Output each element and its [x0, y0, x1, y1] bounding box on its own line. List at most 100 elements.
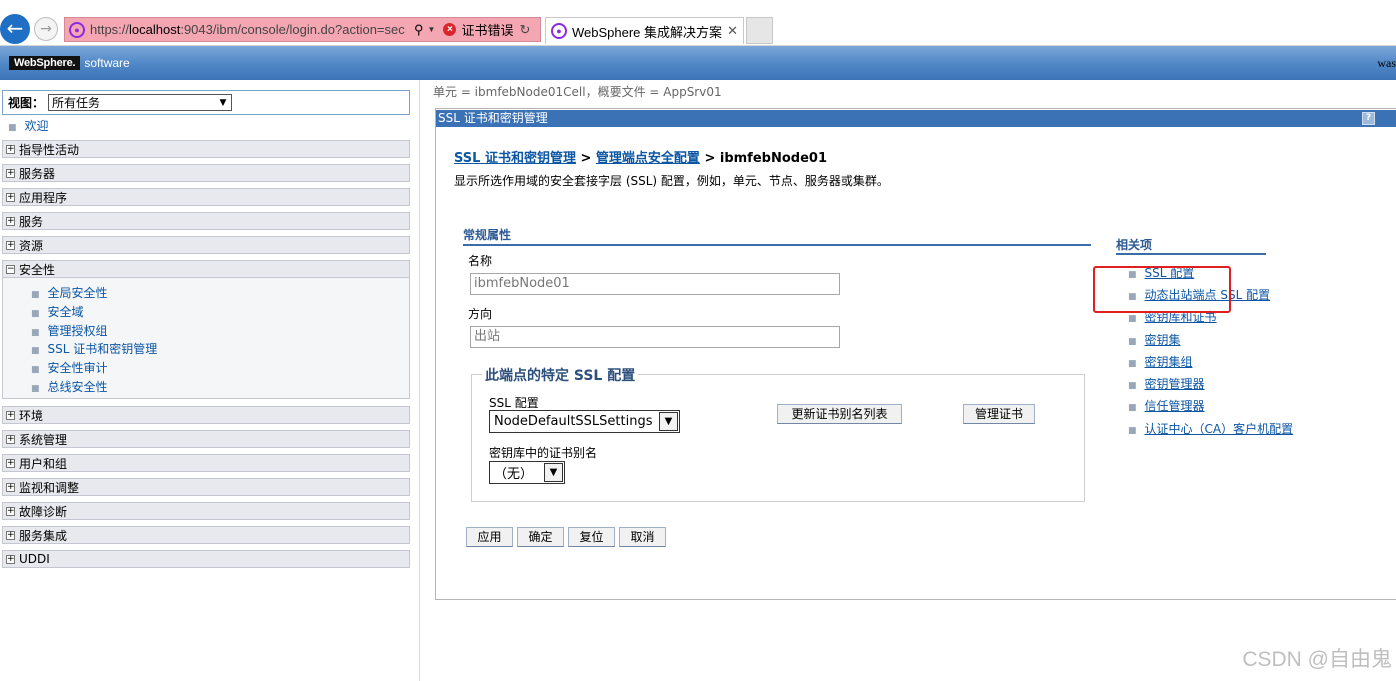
ssl-config-select[interactable]: NodeDefaultSSLSettings ▼ [489, 410, 680, 433]
panel-title-text: SSL 证书和密钥管理 [438, 111, 548, 125]
name-field[interactable]: ibmfebNode01 [470, 273, 840, 295]
help-icon[interactable]: ? [1362, 112, 1375, 125]
nav-group-system-admin[interactable]: + 系统管理 [2, 430, 410, 448]
related-link-label: 信任管理器 [1144, 399, 1205, 413]
collapse-icon: − [6, 263, 15, 274]
websphere-logo: WebSphere. software [9, 54, 130, 71]
chevron-down-icon: ▼ [544, 463, 563, 482]
name-label: 名称 [468, 254, 493, 268]
cert-error-label[interactable]: 证书错误 [461, 20, 513, 39]
tab-close-icon[interactable]: ✕ [727, 23, 738, 39]
nav-group-service-integration[interactable]: + 服务集成 [2, 526, 410, 544]
bullet-icon: ■ [31, 365, 40, 375]
breadcrumb: SSL 证书和密钥管理 > 管理端点安全配置 > ibmfebNode01 [454, 147, 827, 166]
related-link-trust-managers[interactable]: ■ 信任管理器 [1128, 397, 1205, 414]
browser-toolbar: ← → ● https://localhost:9043/ibm/console… [0, 0, 1396, 46]
cert-error-icon[interactable]: × [443, 23, 457, 36]
nav-item-label: SSL 证书和密钥管理 [47, 342, 158, 356]
welcome-link[interactable]: ■ 欢迎 [8, 117, 49, 134]
related-link-label: 密钥管理器 [1144, 377, 1205, 391]
breadcrumb-link-ssl[interactable]: SSL 证书和密钥管理 [454, 151, 576, 166]
nav-item-label: 全局安全性 [47, 286, 108, 300]
nav-item-security-auditing[interactable]: ■ 安全性审计 [31, 359, 108, 376]
nav-item-admin-auth-groups[interactable]: ■ 管理授权组 [31, 322, 108, 339]
related-link-key-sets[interactable]: ■ 密钥集 [1128, 331, 1181, 348]
url-prefix: https:// [90, 22, 130, 37]
nav-group-services[interactable]: + 服务 [2, 212, 410, 230]
bullet-icon: ■ [1128, 381, 1137, 391]
dropdown-arrow-icon[interactable]: ▼ [428, 25, 436, 34]
view-label: 视图： [8, 96, 45, 110]
user-name: was [1377, 56, 1396, 70]
page-description: 显示所选作用域的安全套接字层 (SSL) 配置，例如，单元、节点、服务器或集群。 [454, 174, 889, 188]
nav-item-bus-security[interactable]: ■ 总线安全性 [31, 378, 108, 395]
fieldset-legend: 此端点的特定 SSL 配置 [482, 365, 639, 385]
cert-alias-select[interactable]: （无） ▼ [489, 461, 565, 484]
expand-icon: + [6, 143, 15, 154]
bullet-icon: ■ [31, 346, 40, 356]
bullet-icon: ■ [1128, 359, 1137, 369]
cert-alias-label: 密钥库中的证书别名 [489, 446, 598, 460]
ssl-config-value: NodeDefaultSSLSettings [494, 414, 653, 429]
bullet-icon: ■ [1128, 403, 1137, 413]
nav-group-label: 资源 [19, 238, 44, 253]
expand-icon: + [6, 481, 15, 492]
chevron-down-icon: ▼ [219, 97, 227, 108]
url-text[interactable]: https://localhost:9043/ibm/console/login… [90, 22, 412, 37]
bullet-icon: ■ [8, 123, 17, 133]
nav-group-servers[interactable]: + 服务器 [2, 164, 410, 182]
cancel-button[interactable]: 取消 [619, 527, 666, 547]
related-link-key-managers[interactable]: ■ 密钥管理器 [1128, 375, 1205, 392]
breadcrumb-link-endpoint[interactable]: 管理端点安全配置 [596, 151, 700, 166]
cert-alias-value: （无） [494, 467, 534, 482]
nav-group-applications[interactable]: + 应用程序 [2, 188, 410, 206]
related-link-key-set-groups[interactable]: ■ 密钥集组 [1128, 353, 1193, 370]
general-properties-title: 常规属性 [463, 226, 1091, 246]
new-tab-button[interactable] [746, 17, 773, 44]
update-alias-list-button[interactable]: 更新证书别名列表 [777, 404, 902, 424]
apply-button[interactable]: 应用 [466, 527, 513, 547]
reset-button[interactable]: 复位 [568, 527, 615, 547]
nav-item-ssl-cert-key-mgmt[interactable]: ■ SSL 证书和密钥管理 [31, 340, 157, 357]
back-arrow-icon[interactable]: ← [0, 14, 30, 44]
nav-group-resources[interactable]: + 资源 [2, 236, 410, 254]
nav-item-label: 安全域 [47, 305, 84, 319]
nav-group-users-groups[interactable]: + 用户和组 [2, 454, 410, 472]
ok-button[interactable]: 确定 [517, 527, 564, 547]
address-bar[interactable]: ● https://localhost:9043/ibm/console/log… [64, 17, 541, 42]
related-link-label: 密钥集 [1144, 333, 1181, 347]
expand-icon: + [6, 457, 15, 468]
nav-group-guided-activities[interactable]: + 指导性活动 [2, 140, 410, 158]
nav-item-security-domains[interactable]: ■ 安全域 [31, 303, 84, 320]
bullet-icon: ■ [31, 309, 40, 319]
related-link-ca-client[interactable]: ■ 认证中心（CA）客户机配置 [1128, 420, 1293, 437]
tab-globe-icon: ● [551, 23, 567, 39]
security-subitems: ■ 全局安全性 ■ 安全域 ■ 管理授权组 ■ SSL 证书和密钥管理 ■ 安全性审计 ■… [2, 278, 410, 399]
nav-group-uddi[interactable]: + UDDI [2, 550, 410, 568]
watermark: CSDN @自由鬼 [1242, 648, 1392, 671]
nav-group-label: 应用程序 [19, 190, 68, 205]
search-icon[interactable]: ⚲ [414, 22, 424, 38]
forward-arrow-icon[interactable]: → [34, 17, 58, 41]
annotation-highlight-box [1093, 266, 1231, 313]
view-select[interactable]: 所有任务 ▼ [48, 94, 233, 111]
refresh-icon[interactable]: ↻ [519, 22, 530, 38]
bullet-icon: ■ [1128, 337, 1137, 347]
view-select-value: 所有任务 [52, 96, 101, 110]
browser-tab-active[interactable]: ● WebSphere 集成解决方案... ✕ [545, 17, 744, 44]
nav-group-label: 用户和组 [19, 456, 68, 471]
nav-group-security[interactable]: − 安全性 [2, 260, 410, 278]
related-link-label: 认证中心（CA）客户机配置 [1144, 422, 1294, 436]
nav-group-environment[interactable]: + 环境 [2, 406, 410, 424]
chevron-down-icon: ▼ [659, 412, 678, 431]
bullet-icon: ■ [1128, 426, 1137, 436]
manage-certs-button[interactable]: 管理证书 [963, 404, 1035, 424]
expand-icon: + [6, 553, 15, 564]
nav-group-label: 服务器 [19, 166, 56, 181]
direction-label: 方向 [468, 307, 493, 321]
nav-item-global-security[interactable]: ■ 全局安全性 [31, 284, 108, 301]
breadcrumb-separator: > [699, 151, 720, 166]
nav-group-troubleshooting[interactable]: + 故障诊断 [2, 502, 410, 520]
direction-field[interactable]: 出站 [470, 326, 840, 348]
nav-group-monitoring[interactable]: + 监视和调整 [2, 478, 410, 496]
